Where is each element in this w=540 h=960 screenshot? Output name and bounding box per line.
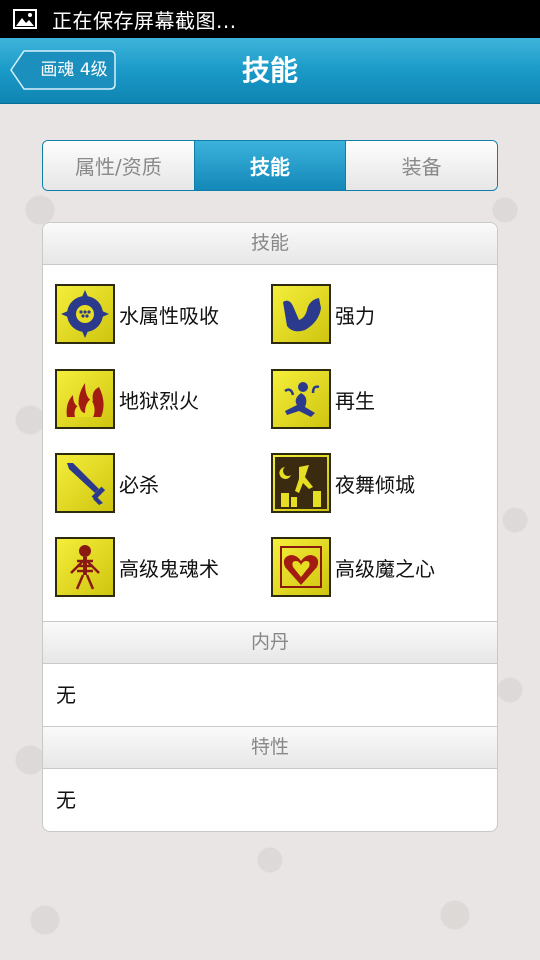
demon-heart-icon bbox=[271, 537, 331, 597]
status-bar: 正在保存屏幕截图... bbox=[0, 0, 540, 38]
skill-name: 高级鬼魂术 bbox=[119, 556, 219, 581]
skill-name: 强力 bbox=[335, 303, 375, 328]
traits-value: 无 bbox=[56, 788, 76, 812]
skill-item[interactable]: 必杀 bbox=[55, 452, 159, 514]
skill-item[interactable]: 地狱烈火 bbox=[55, 368, 199, 430]
strength-arm-icon bbox=[271, 284, 331, 344]
details-card: 技能 水属性吸收 强力 地狱烈火 再生 必杀 夜舞倾城 高级鬼魂术 高级魔之心 … bbox=[42, 222, 498, 832]
skill-item[interactable]: 高级魔之心 bbox=[271, 536, 435, 598]
skill-name: 再生 bbox=[335, 388, 375, 413]
skill-name: 地狱烈火 bbox=[119, 388, 199, 413]
skills-grid: 水属性吸收 强力 地狱烈火 再生 必杀 夜舞倾城 高级鬼魂术 高级魔之心 bbox=[43, 265, 497, 621]
hellfire-icon bbox=[55, 369, 115, 429]
skeleton-icon bbox=[55, 537, 115, 597]
skill-item[interactable]: 水属性吸收 bbox=[55, 283, 219, 345]
water-absorb-icon bbox=[55, 284, 115, 344]
image-icon bbox=[12, 8, 38, 30]
skill-item[interactable]: 强力 bbox=[271, 283, 375, 345]
page-title: 技能 bbox=[241, 54, 298, 87]
sword-icon bbox=[55, 453, 115, 513]
tab-bar: 属性/资质 技能 装备 bbox=[42, 140, 498, 191]
skill-item[interactable]: 再生 bbox=[271, 368, 375, 430]
skill-name: 夜舞倾城 bbox=[335, 472, 415, 497]
regeneration-icon bbox=[271, 369, 331, 429]
skill-name: 高级魔之心 bbox=[335, 556, 435, 581]
status-text: 正在保存屏幕截图... bbox=[52, 8, 237, 33]
skill-item[interactable]: 高级鬼魂术 bbox=[55, 536, 219, 598]
skills-section-title: 技能 bbox=[43, 223, 497, 265]
tab-attributes[interactable]: 属性/资质 bbox=[43, 141, 195, 190]
skill-item[interactable]: 夜舞倾城 bbox=[271, 452, 415, 514]
inner-dan-section-title: 内丹 bbox=[43, 621, 497, 664]
inner-dan-value: 无 bbox=[56, 683, 76, 707]
title-bar: 画魂 4级 技能 bbox=[0, 38, 540, 104]
tab-skills[interactable]: 技能 bbox=[194, 141, 347, 190]
traits-section-title: 特性 bbox=[43, 726, 497, 769]
tab-equipment[interactable]: 装备 bbox=[346, 141, 497, 190]
night-dance-icon bbox=[271, 453, 331, 513]
skill-name: 必杀 bbox=[119, 472, 159, 497]
skill-name: 水属性吸收 bbox=[119, 303, 219, 328]
